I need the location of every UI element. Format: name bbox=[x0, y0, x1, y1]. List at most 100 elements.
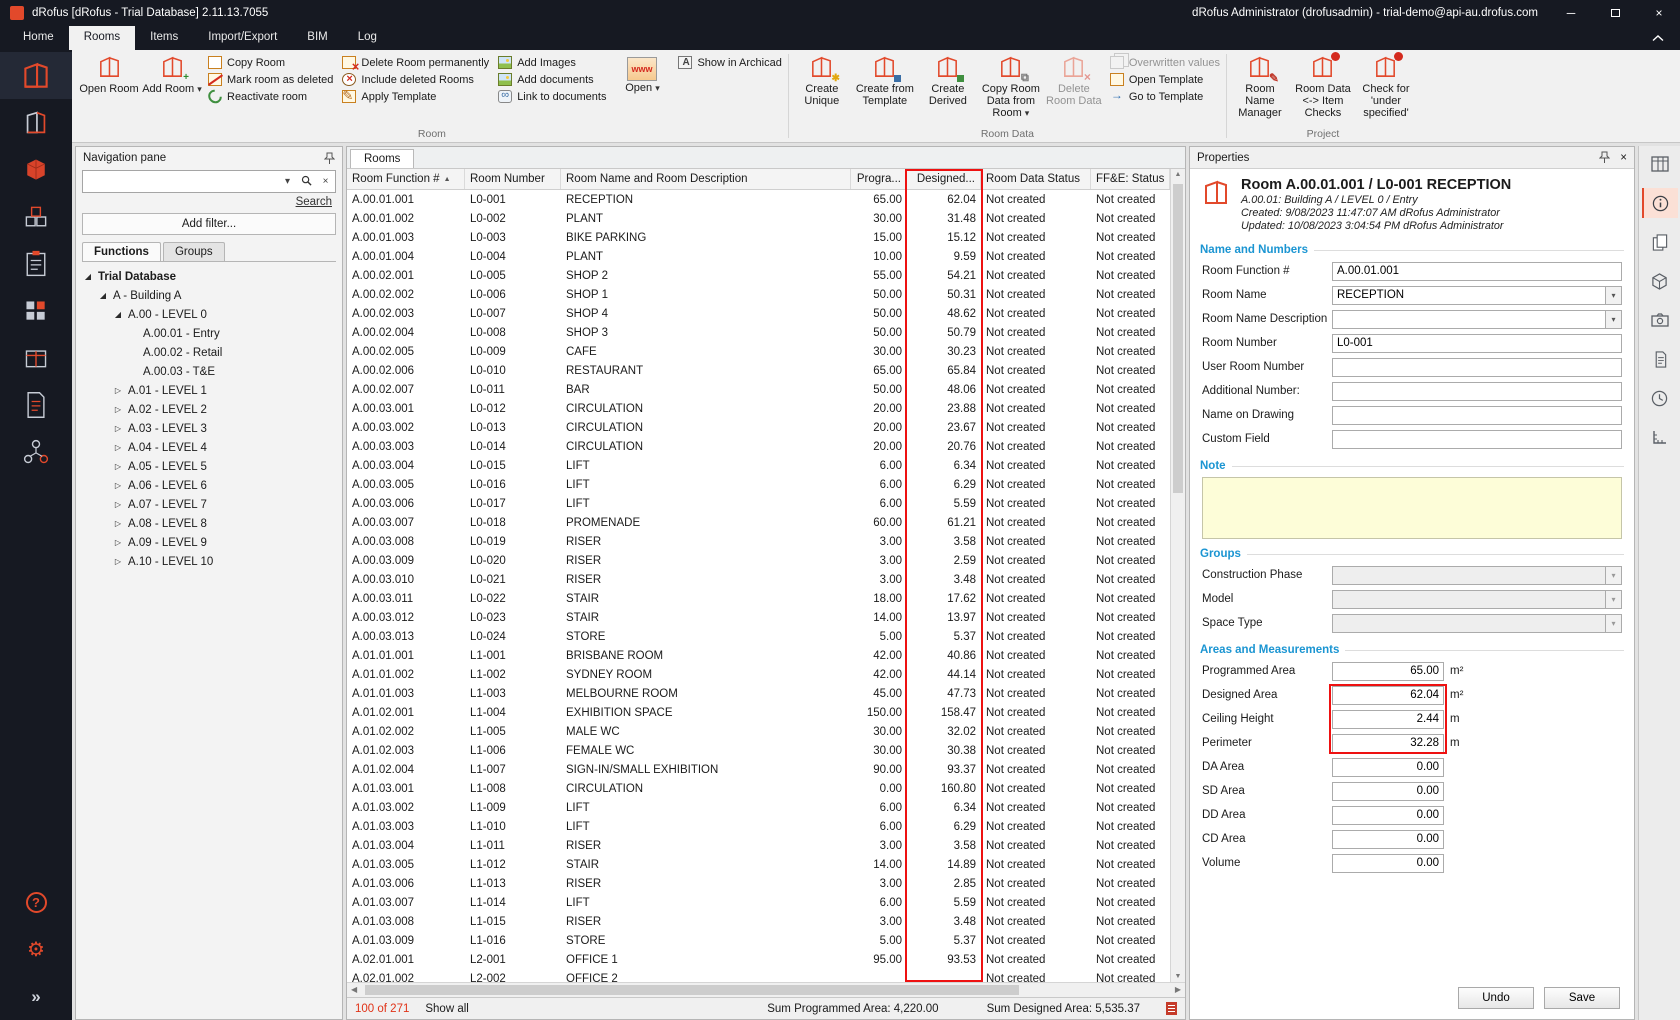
table-row[interactable]: A.00.03.003 L0-014 CIRCULATION 20.00 20.… bbox=[347, 437, 1170, 456]
table-row[interactable]: A.01.01.002 L1-002 SYDNEY ROOM 42.00 44.… bbox=[347, 665, 1170, 684]
table-row[interactable]: A.01.03.002 L1-009 LIFT 6.00 6.34 Not cr… bbox=[347, 798, 1170, 817]
module-reports-button[interactable] bbox=[0, 287, 72, 334]
table-row[interactable]: A.01.03.006 L1-013 RISER 3.00 2.85 Not c… bbox=[347, 874, 1170, 893]
table-row[interactable]: A.00.02.002 L0-006 SHOP 1 50.00 50.31 No… bbox=[347, 285, 1170, 304]
column-header-room-function[interactable]: Room Function #▲ bbox=[347, 169, 465, 189]
tab-rooms-document[interactable]: Rooms bbox=[350, 149, 414, 168]
tab-import-export[interactable]: Import/Export bbox=[193, 26, 292, 50]
tree-item[interactable]: ◢ A.00 - LEVEL 0 bbox=[76, 305, 342, 324]
table-row[interactable]: A.01.02.002 L1-005 MALE WC 30.00 32.02 N… bbox=[347, 722, 1170, 741]
tree-item[interactable]: ▷ A.06 - LEVEL 6 bbox=[76, 476, 342, 495]
save-button[interactable]: Save bbox=[1544, 987, 1620, 1009]
tree-item[interactable]: ▷ A.05 - LEVEL 5 bbox=[76, 457, 342, 476]
table-row[interactable]: A.00.02.007 L0-011 BAR 50.00 48.06 Not c… bbox=[347, 380, 1170, 399]
space-type-select[interactable] bbox=[1332, 614, 1605, 633]
undo-button[interactable]: Undo bbox=[1458, 987, 1534, 1009]
column-header-designed-area[interactable]: Designed... bbox=[907, 169, 981, 189]
table-row[interactable]: A.01.03.007 L1-014 LIFT 6.00 5.59 Not cr… bbox=[347, 893, 1170, 912]
overwritten-values-button[interactable]: Overwritten values bbox=[1107, 56, 1223, 69]
tree-item[interactable]: A.00.02 - Retail bbox=[76, 343, 342, 362]
tab-log[interactable]: Log bbox=[343, 26, 392, 50]
mark-room-deleted-button[interactable]: Mark room as deleted bbox=[205, 73, 336, 86]
table-row[interactable]: A.00.03.005 L0-016 LIFT 6.00 6.29 Not cr… bbox=[347, 475, 1170, 494]
tree-arrow-icon[interactable]: ▷ bbox=[112, 424, 124, 433]
pin-icon[interactable] bbox=[1599, 151, 1610, 164]
room-name-description-input[interactable] bbox=[1332, 310, 1605, 329]
open-room-button[interactable]: Open Room bbox=[79, 51, 139, 127]
horizontal-scroll-thumb[interactable] bbox=[365, 985, 1019, 995]
module-open-room-button[interactable] bbox=[0, 99, 72, 146]
tree-arrow-icon[interactable]: ▷ bbox=[112, 500, 124, 509]
reactivate-room-button[interactable]: Reactivate room bbox=[205, 90, 336, 103]
table-row[interactable]: A.00.03.002 L0-013 CIRCULATION 20.00 23.… bbox=[347, 418, 1170, 437]
area-field-input[interactable] bbox=[1332, 830, 1444, 849]
module-package-button[interactable] bbox=[0, 334, 72, 381]
chevron-down-icon[interactable]: ▾ bbox=[1605, 286, 1622, 305]
table-row[interactable]: A.00.03.009 L0-020 RISER 3.00 2.59 Not c… bbox=[347, 551, 1170, 570]
column-header-room-data-status[interactable]: Room Data Status bbox=[981, 169, 1091, 189]
pin-icon[interactable] bbox=[324, 152, 335, 165]
tree-item[interactable]: ▷ A.09 - LEVEL 9 bbox=[76, 533, 342, 552]
report-icon[interactable] bbox=[1166, 1002, 1177, 1015]
bim-panel-button[interactable] bbox=[1642, 266, 1678, 296]
table-row[interactable]: A.00.02.003 L0-007 SHOP 4 50.00 48.62 No… bbox=[347, 304, 1170, 323]
note-input[interactable] bbox=[1202, 477, 1622, 539]
search-clear-icon[interactable]: × bbox=[316, 176, 335, 187]
table-row[interactable]: A.01.01.003 L1-003 MELBOURNE ROOM 45.00 … bbox=[347, 684, 1170, 703]
area-field-input[interactable] bbox=[1332, 734, 1444, 753]
area-field-input[interactable] bbox=[1332, 806, 1444, 825]
add-filter-button[interactable]: Add filter... bbox=[82, 213, 336, 235]
table-row[interactable]: A.00.03.011 L0-022 STAIR 18.00 17.62 Not… bbox=[347, 589, 1170, 608]
table-row[interactable]: A.02.01.001 L2-001 OFFICE 1 95.00 93.53 … bbox=[347, 950, 1170, 969]
column-header-programmed-area[interactable]: Progra... bbox=[851, 169, 907, 189]
table-row[interactable]: A.00.03.004 L0-015 LIFT 6.00 6.34 Not cr… bbox=[347, 456, 1170, 475]
vertical-scrollbar[interactable]: ▲ ▼ bbox=[1170, 169, 1185, 982]
search-icon[interactable] bbox=[297, 175, 316, 189]
settings-button[interactable]: ⚙ bbox=[0, 926, 72, 973]
tree-arrow-icon[interactable]: ◢ bbox=[112, 310, 124, 319]
table-row[interactable]: A.01.03.005 L1-012 STAIR 14.00 14.89 Not… bbox=[347, 855, 1170, 874]
close-panel-icon[interactable]: × bbox=[1620, 152, 1627, 164]
scroll-down-icon[interactable]: ▼ bbox=[1171, 973, 1185, 980]
tree-arrow-icon[interactable]: ▷ bbox=[112, 386, 124, 395]
history-panel-button[interactable] bbox=[1642, 383, 1678, 413]
vertical-scroll-thumb[interactable] bbox=[1173, 184, 1183, 493]
tree-item[interactable]: ▷ A.02 - LEVEL 2 bbox=[76, 400, 342, 419]
documents-panel-button[interactable] bbox=[1642, 344, 1678, 374]
tree-arrow-icon[interactable]: ▷ bbox=[112, 557, 124, 566]
link-to-documents-button[interactable]: Link to documents bbox=[495, 90, 609, 103]
table-row[interactable]: A.00.03.012 L0-023 STAIR 14.00 13.97 Not… bbox=[347, 608, 1170, 627]
tree-item[interactable]: A.00.03 - T&E bbox=[76, 362, 342, 381]
table-row[interactable]: A.01.01.001 L1-001 BRISBANE ROOM 42.00 4… bbox=[347, 646, 1170, 665]
table-row[interactable]: A.00.03.008 L0-019 RISER 3.00 3.58 Not c… bbox=[347, 532, 1170, 551]
add-documents-button[interactable]: Add documents bbox=[495, 73, 609, 86]
area-field-input[interactable] bbox=[1332, 662, 1444, 681]
tree-arrow-icon[interactable]: ▷ bbox=[112, 405, 124, 414]
room-function-input[interactable] bbox=[1332, 262, 1622, 281]
collapse-ribbon-button[interactable] bbox=[1636, 26, 1680, 50]
room-data-item-checks-button[interactable]: Room Data <-> Item Checks bbox=[1293, 51, 1353, 127]
table-row[interactable]: A.00.02.005 L0-009 CAFE 30.00 30.23 Not … bbox=[347, 342, 1170, 361]
tree-item[interactable]: ◢ Trial Database bbox=[76, 267, 342, 286]
show-in-archicad-button[interactable]: Show in Archicad bbox=[675, 56, 784, 69]
tree-item[interactable]: ▷ A.01 - LEVEL 1 bbox=[76, 381, 342, 400]
name-on-drawing-input[interactable] bbox=[1332, 406, 1622, 425]
module-rooms-button[interactable] bbox=[0, 52, 72, 99]
module-documents-button[interactable] bbox=[0, 381, 72, 428]
table-row[interactable]: A.00.01.003 L0-003 BIKE PARKING 15.00 15… bbox=[347, 228, 1170, 247]
show-all-link[interactable]: Show all bbox=[425, 1003, 468, 1015]
search-link[interactable]: Search bbox=[86, 196, 332, 208]
room-name-input[interactable] bbox=[1332, 286, 1605, 305]
model-select[interactable] bbox=[1332, 590, 1605, 609]
table-row[interactable]: A.02.01.002 L2-002 OFFICE 2 Not created … bbox=[347, 969, 1170, 982]
create-from-template-button[interactable]: Create from Template bbox=[855, 51, 915, 127]
table-row[interactable]: A.00.03.010 L0-021 RISER 3.00 3.48 Not c… bbox=[347, 570, 1170, 589]
table-row[interactable]: A.00.02.004 L0-008 SHOP 3 50.00 50.79 No… bbox=[347, 323, 1170, 342]
module-products-button[interactable] bbox=[0, 193, 72, 240]
table-row[interactable]: A.00.01.002 L0-002 PLANT 30.00 31.48 Not… bbox=[347, 209, 1170, 228]
area-field-input[interactable] bbox=[1332, 758, 1444, 777]
chevron-down-icon[interactable]: ▾ bbox=[1605, 566, 1622, 585]
chevron-down-icon[interactable]: ▾ bbox=[1605, 614, 1622, 633]
apply-template-button[interactable]: Apply Template bbox=[339, 90, 492, 103]
delete-room-data-button[interactable]: × Delete Room Data bbox=[1044, 51, 1104, 127]
